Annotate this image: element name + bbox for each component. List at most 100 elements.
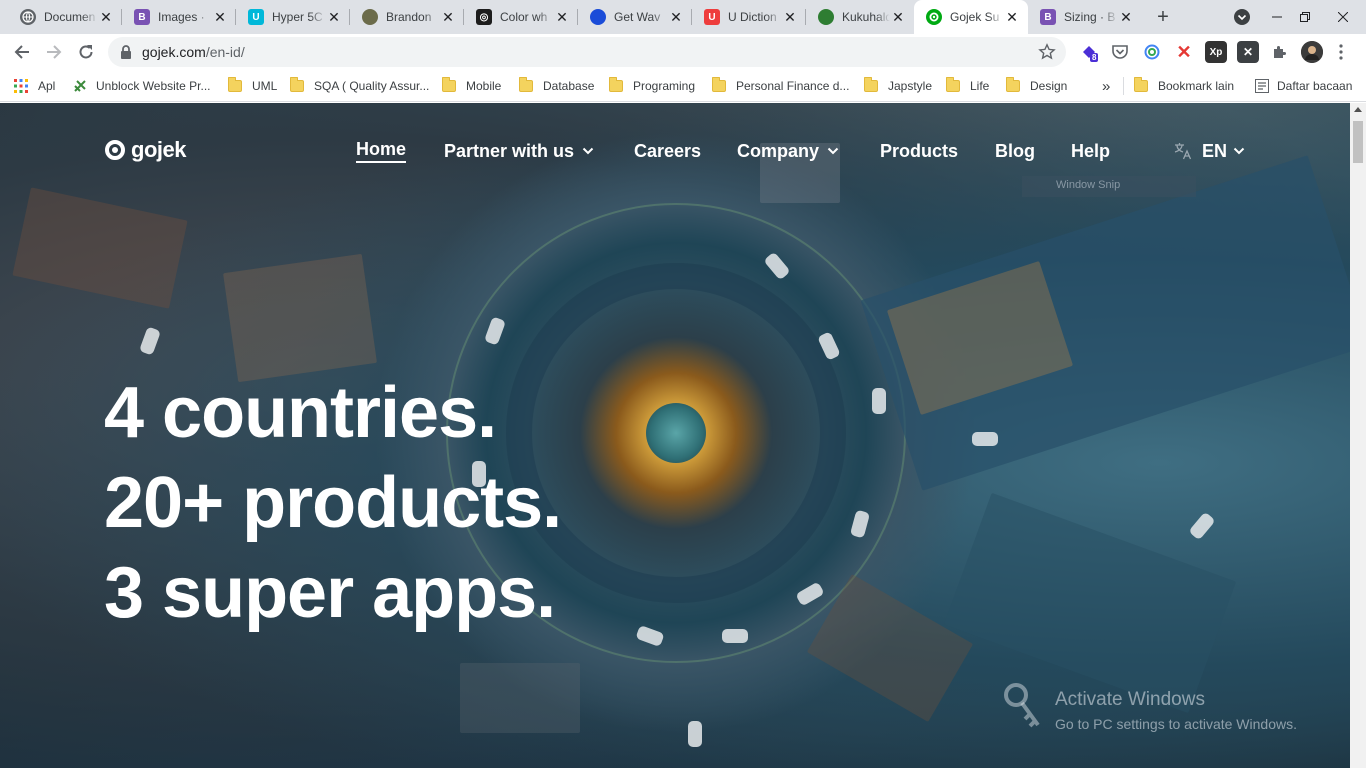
tab-gojek[interactable]: Gojek Su ✕ [914, 0, 1028, 34]
gojek-logo[interactable]: gojek [105, 137, 186, 163]
close-icon[interactable]: ✕ [1118, 9, 1134, 25]
new-tab-button[interactable]: + [1152, 6, 1174, 28]
restore-icon [1300, 12, 1310, 22]
gojek-icon [926, 9, 942, 25]
tab-title: Color wh [500, 10, 548, 24]
nav-products[interactable]: Products [880, 139, 958, 163]
tab-get-wave[interactable]: Get Wav ✕ [578, 0, 692, 34]
circle-extension-icon[interactable] [1141, 41, 1163, 63]
close-icon[interactable]: ✕ [554, 9, 570, 25]
tab-images[interactable]: B Images · ✕ [122, 0, 236, 34]
bookmarks-overflow-button[interactable]: » [1102, 77, 1110, 95]
profile-avatar[interactable] [1301, 41, 1323, 63]
tab-documen[interactable]: Documen ✕ [8, 0, 122, 34]
hyper-u-icon: U [248, 9, 264, 25]
minimize-icon [1272, 16, 1282, 18]
close-icon[interactable]: ✕ [890, 9, 906, 25]
bookmark-other[interactable]: Bookmark lain [1134, 77, 1234, 95]
nav-home[interactable]: Home [356, 139, 407, 163]
gojek-hero-page: gojek Home Partner with us Careers Compa… [0, 103, 1350, 768]
browser-toolbar: gojek.com/en-id/ 8 ✕ Xp ✕ [0, 34, 1366, 70]
bookmark-folder-sqa[interactable]: SQA ( Quality Assur... [290, 77, 429, 95]
back-button[interactable] [10, 40, 34, 64]
extension-icon[interactable]: 8 [1078, 41, 1100, 63]
tab-brandon[interactable]: Brandon ✕ [350, 0, 464, 34]
key-icon [1004, 683, 1040, 728]
window-snip-tooltip: Window Snip [1022, 176, 1196, 197]
avatar-icon [818, 9, 834, 25]
bootstrap-b-icon: B [134, 9, 150, 25]
bookmark-folder-japstyle[interactable]: Japstyle [864, 77, 932, 95]
close-icon[interactable]: ✕ [326, 9, 342, 25]
x-extension-icon[interactable]: ✕ [1173, 41, 1195, 63]
folder-icon [228, 77, 242, 92]
reading-list-button[interactable]: Daftar bacaan [1255, 77, 1352, 95]
tab-kukuhald[interactable]: Kukuhald ✕ [806, 0, 914, 34]
bookmark-folder-life[interactable]: Life [946, 77, 989, 95]
folder-icon [864, 77, 878, 92]
nav-blog[interactable]: Blog [995, 139, 1035, 163]
reload-button[interactable] [74, 40, 98, 64]
bookmark-folder-programing[interactable]: Programing [609, 77, 695, 95]
kebab-menu-icon [1339, 44, 1343, 60]
nav-company[interactable]: Company [737, 139, 839, 163]
tab-u-dictionary[interactable]: U U Diction ✕ [692, 0, 806, 34]
address-bar[interactable]: gojek.com/en-id/ [108, 37, 1066, 67]
puzzle-icon[interactable] [1269, 41, 1291, 63]
tab-title: Brandon [386, 10, 432, 24]
scrollbar-thumb[interactable] [1353, 121, 1363, 163]
reload-icon [79, 45, 93, 59]
forward-button[interactable] [42, 40, 66, 64]
language-selector[interactable]: EN [1174, 139, 1245, 163]
nav-careers[interactable]: Careers [634, 139, 701, 163]
tab-search-button[interactable] [1228, 0, 1256, 34]
close-icon[interactable]: ✕ [1004, 9, 1020, 25]
restore-button[interactable] [1290, 0, 1320, 34]
bookmark-folder-mobile[interactable]: Mobile [442, 77, 501, 95]
chevron-down-icon [827, 147, 839, 155]
close-icon[interactable]: ✕ [440, 9, 456, 25]
close-icon[interactable]: ✕ [212, 9, 228, 25]
nav-help[interactable]: Help [1071, 139, 1110, 163]
close-icon[interactable]: ✕ [98, 9, 114, 25]
folder-icon [1006, 77, 1020, 92]
scroll-up-arrow-icon[interactable] [1354, 107, 1362, 112]
close-icon [1338, 12, 1348, 22]
dark-x-extension-icon[interactable]: ✕ [1237, 41, 1259, 63]
bookmark-unblock[interactable]: Unblock Website Pr... [72, 77, 211, 95]
bookmark-folder-database[interactable]: Database [519, 77, 594, 95]
bookmarks-bar: Apl Unblock Website Pr... UML SQA ( Qual… [0, 70, 1366, 102]
close-icon[interactable]: ✕ [782, 9, 798, 25]
nav-partner-with-us[interactable]: Partner with us [444, 139, 594, 163]
window-close-button[interactable] [1320, 0, 1366, 34]
minimize-button[interactable] [1262, 0, 1292, 34]
bookmark-folder-personal-finance[interactable]: Personal Finance d... [712, 77, 849, 95]
folder-icon [290, 77, 304, 92]
bookmark-folder-design[interactable]: Design [1006, 77, 1067, 95]
arrow-left-icon [14, 45, 29, 59]
pocket-icon[interactable] [1109, 41, 1131, 63]
bookmark-apps[interactable]: Apl [14, 77, 55, 95]
bookmark-star-icon[interactable] [1038, 43, 1056, 61]
hero-line-products: 20+ products. [104, 463, 562, 543]
lock-icon [121, 45, 131, 59]
tab-title: Sizing · B [1064, 10, 1116, 24]
chevron-down-icon [582, 147, 594, 155]
folder-icon [519, 77, 533, 92]
tab-sizing[interactable]: B Sizing · B ✕ [1028, 0, 1142, 34]
wave-icon [590, 9, 606, 25]
hero-line-countries: 4 countries. [104, 373, 497, 453]
tab-color[interactable]: ◎ Color wh ✕ [464, 0, 578, 34]
page-scrollbar[interactable] [1350, 103, 1366, 768]
menu-button[interactable] [1332, 41, 1350, 63]
tab-title: Images · [158, 10, 205, 24]
xp-extension-icon[interactable]: Xp [1205, 41, 1227, 63]
tab-hyper[interactable]: U Hyper 5C ✕ [236, 0, 350, 34]
unblock-icon [74, 80, 86, 92]
close-icon[interactable]: ✕ [668, 9, 684, 25]
folder-icon [1134, 77, 1148, 92]
activate-title: Activate Windows [1055, 689, 1205, 710]
bookmark-folder-uml[interactable]: UML [228, 77, 277, 95]
color-app-icon: ◎ [476, 9, 492, 25]
tab-title: U Diction [728, 10, 777, 24]
